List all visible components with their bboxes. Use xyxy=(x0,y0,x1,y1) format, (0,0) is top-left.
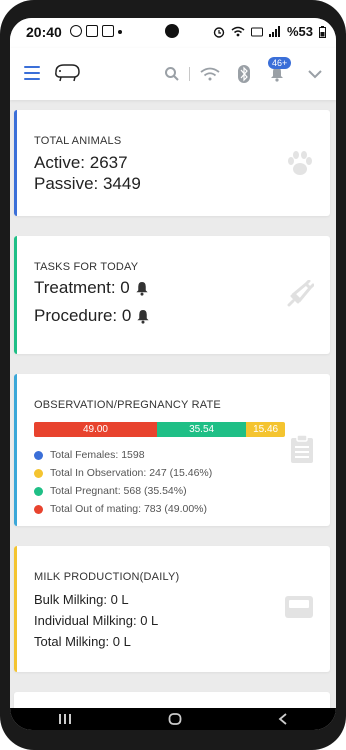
app-header: 46+ xyxy=(10,48,336,100)
card-accent xyxy=(14,546,17,672)
whatsapp-icon xyxy=(70,25,82,37)
card-accent xyxy=(14,374,17,526)
bell-icon xyxy=(137,309,149,324)
legend-item: Total Pregnant: 568 (35.54%) xyxy=(34,482,212,500)
gallery-icon xyxy=(86,25,98,37)
menu-icon[interactable] xyxy=(24,66,40,80)
status-time: 20:40 xyxy=(26,24,62,40)
legend-item: Total Out of mating: 783 (49.00%) xyxy=(34,500,212,518)
legend-dot xyxy=(34,468,43,478)
milk-production-card[interactable]: MILK PRODUCTION(DAILY) Bulk Milking: 0 L… xyxy=(14,546,330,672)
card-accent xyxy=(14,110,17,216)
status-bar: 20:40 %53 xyxy=(10,18,336,48)
front-camera xyxy=(165,24,179,38)
legend-text: Total Females: 1598 xyxy=(50,449,145,461)
bluetooth-button[interactable] xyxy=(238,65,250,83)
screen: 20:40 %53 46+ TOTAL ANIMALS Active: 2637… xyxy=(10,18,336,730)
header-actions xyxy=(165,48,336,100)
active-count: Active: 2637 xyxy=(34,153,128,172)
account-dropdown[interactable] xyxy=(308,69,322,79)
system-nav-bar xyxy=(10,708,336,730)
card-title: TASKS FOR TODAY xyxy=(34,261,139,273)
bluetooth-icon xyxy=(238,65,250,83)
dot-icon xyxy=(118,30,122,34)
chevron-down-icon xyxy=(308,69,322,78)
syringe-icon xyxy=(287,280,314,307)
rate-segment: 35.54 xyxy=(156,422,247,437)
bell-icon xyxy=(136,281,148,296)
wifi-icon xyxy=(200,67,220,81)
wifi-button[interactable] xyxy=(200,67,220,81)
milk-tray-icon xyxy=(285,596,313,618)
procedure-count: Procedure: 0 xyxy=(34,306,132,325)
alarm-icon xyxy=(213,26,225,38)
pregnancy-rate-bar: 49.00 35.54 15.46 xyxy=(34,422,285,437)
header-divider xyxy=(189,67,190,81)
legend-item: Total In Observation: 247 (15.46%) xyxy=(34,464,212,482)
notification-badge: 46+ xyxy=(268,57,292,69)
individual-milking: Individual Milking: 0 L xyxy=(34,613,159,628)
legend-item: Total Females: 1598 xyxy=(34,446,212,464)
card-accent xyxy=(14,236,17,354)
legend-text: Total In Observation: 247 (15.46%) xyxy=(50,467,213,479)
phone-frame: 20:40 %53 46+ TOTAL ANIMALS Active: 2637… xyxy=(0,0,346,750)
legend-dot xyxy=(34,504,43,514)
legend-dot xyxy=(34,486,43,496)
procedure-row: Procedure: 0 xyxy=(34,306,150,326)
passive-count: Passive: 3449 xyxy=(34,174,141,193)
legend-text: Total Out of mating: 783 (49.00%) xyxy=(50,503,208,515)
rate-legend: Total Females: 1598 Total In Observation:… xyxy=(34,446,212,518)
volte-icon xyxy=(250,27,263,36)
treatment-count: Treatment: 0 xyxy=(34,278,130,297)
recent-apps-icon[interactable] xyxy=(58,713,72,725)
tasks-card[interactable]: TASKS FOR TODAY Treatment: 0 Procedure: … xyxy=(14,236,330,354)
cow-logo[interactable] xyxy=(52,60,82,84)
battery-icon xyxy=(319,25,326,38)
search-icon xyxy=(165,67,179,81)
back-icon[interactable] xyxy=(278,713,288,725)
treatment-row: Treatment: 0 xyxy=(34,278,149,298)
bulk-milking: Bulk Milking: 0 L xyxy=(34,592,129,607)
status-right-icons: %53 xyxy=(213,24,326,39)
wifi-icon xyxy=(231,26,245,37)
home-icon[interactable] xyxy=(168,713,182,725)
legend-text: Total Pregnant: 568 (35.54%) xyxy=(50,485,187,497)
rate-segment: 49.00 xyxy=(34,422,157,437)
legend-dot xyxy=(34,450,43,460)
total-animals-card[interactable]: TOTAL ANIMALS Active: 2637 Passive: 3449 xyxy=(14,110,330,216)
observation-rate-card[interactable]: OBSERVATION/PREGNANCY RATE 49.00 35.54 15.… xyxy=(14,374,330,526)
card-title: MILK PRODUCTION(DAILY) xyxy=(34,571,180,583)
card-title: OBSERVATION/PREGNANCY RATE xyxy=(34,399,221,411)
signal-icon xyxy=(268,26,280,37)
search-button[interactable] xyxy=(165,67,179,81)
card-title: TOTAL ANIMALS xyxy=(34,135,122,147)
email-icon xyxy=(102,25,114,37)
rate-segment: 15.46 xyxy=(246,422,285,437)
paw-icon xyxy=(288,151,312,175)
clipboard-icon xyxy=(291,434,313,463)
battery-level: %53 xyxy=(286,24,313,39)
total-milking: Total Milking: 0 L xyxy=(34,634,131,649)
status-notification-icons xyxy=(70,25,122,37)
